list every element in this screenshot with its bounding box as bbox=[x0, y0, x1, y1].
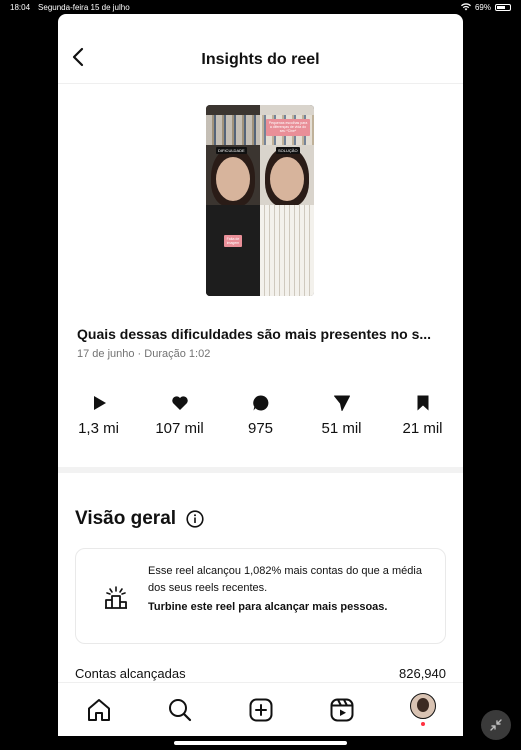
search-icon bbox=[168, 698, 191, 721]
tab-reels[interactable] bbox=[329, 697, 355, 723]
status-time: 18:04 bbox=[10, 2, 31, 12]
section-heading: Visão geral bbox=[75, 508, 177, 529]
reel-meta: 17 de junho · Duração 1:02 bbox=[77, 348, 211, 360]
reel-title: Quais dessas dificuldades são mais prese… bbox=[77, 326, 432, 342]
back-arrow-icon[interactable] bbox=[68, 46, 90, 68]
metrics-row: 1,3 mi 107 mil 975 51 mil 21 mil bbox=[58, 394, 463, 437]
tab-home[interactable] bbox=[86, 697, 112, 723]
thumbnail-pink-label: Falta de imagem bbox=[224, 235, 242, 248]
stat-row: Contas alcançadas 826,940 bbox=[75, 666, 446, 681]
play-icon bbox=[93, 396, 106, 410]
tab-create[interactable] bbox=[248, 697, 274, 723]
insights-sheet: Insights do reel Pequenas escolhas para … bbox=[58, 14, 463, 736]
boost-link[interactable]: Turbine este reel para alcançar mais pes… bbox=[148, 599, 433, 616]
status-bar: 18:04 Segunda-feira 15 de julho 69% bbox=[0, 0, 521, 14]
card-text: Esse reel alcançou 1,082% mais contas do… bbox=[148, 565, 422, 595]
metric-comments: 975 bbox=[220, 394, 301, 437]
person-left bbox=[216, 157, 250, 201]
reels-icon bbox=[330, 698, 353, 721]
profile-avatar bbox=[409, 693, 436, 719]
thumbnail-caption: Pequenas escolhas para a diferenças de v… bbox=[266, 119, 310, 136]
stat-label: Contas alcançadas bbox=[75, 666, 186, 681]
battery-percent: 69% bbox=[474, 2, 491, 12]
stat-value: 826,940 bbox=[399, 666, 446, 681]
battery-icon bbox=[495, 3, 511, 11]
home-icon bbox=[87, 698, 110, 721]
bottom-tab-bar bbox=[58, 682, 463, 736]
metric-saves: 21 mil bbox=[382, 394, 463, 437]
section-divider bbox=[58, 467, 463, 473]
podium-icon bbox=[105, 586, 127, 609]
page-title: Insights do reel bbox=[201, 50, 320, 68]
metric-likes: 107 mil bbox=[139, 394, 220, 437]
person-right bbox=[270, 157, 304, 201]
notification-dot bbox=[420, 722, 425, 726]
status-date: Segunda-feira 15 de julho bbox=[38, 2, 130, 12]
metric-shares: 51 mil bbox=[301, 394, 382, 437]
tab-search[interactable] bbox=[167, 697, 193, 723]
collapse-icon bbox=[490, 719, 502, 731]
metric-value: 21 mil bbox=[402, 420, 443, 437]
minimize-button[interactable] bbox=[481, 710, 511, 740]
metric-value: 1,3 mi bbox=[78, 420, 119, 437]
thumbnail-left-label: DIFICULDADE bbox=[216, 147, 247, 154]
tab-profile[interactable] bbox=[409, 693, 436, 726]
create-icon bbox=[249, 698, 272, 721]
bookmark-icon bbox=[417, 395, 428, 411]
wifi-icon bbox=[460, 3, 471, 11]
metric-value: 107 mil bbox=[155, 420, 204, 437]
comment-icon bbox=[252, 395, 268, 411]
thumbnail-right-label: SOLUÇÃO bbox=[276, 147, 300, 154]
metric-value: 975 bbox=[247, 420, 274, 437]
metric-value: 51 mil bbox=[321, 420, 362, 437]
info-icon[interactable] bbox=[186, 510, 204, 528]
metric-plays: 1,3 mi bbox=[58, 394, 139, 437]
heart-icon bbox=[171, 396, 188, 410]
home-indicator[interactable] bbox=[174, 741, 347, 745]
share-icon bbox=[333, 395, 350, 411]
reel-thumbnail[interactable]: Pequenas escolhas para a diferenças de v… bbox=[206, 105, 314, 296]
overview-header: Visão geral bbox=[75, 508, 204, 530]
boost-card[interactable]: Esse reel alcançou 1,082% mais contas do… bbox=[75, 548, 446, 644]
header: Insights do reel bbox=[58, 14, 463, 84]
